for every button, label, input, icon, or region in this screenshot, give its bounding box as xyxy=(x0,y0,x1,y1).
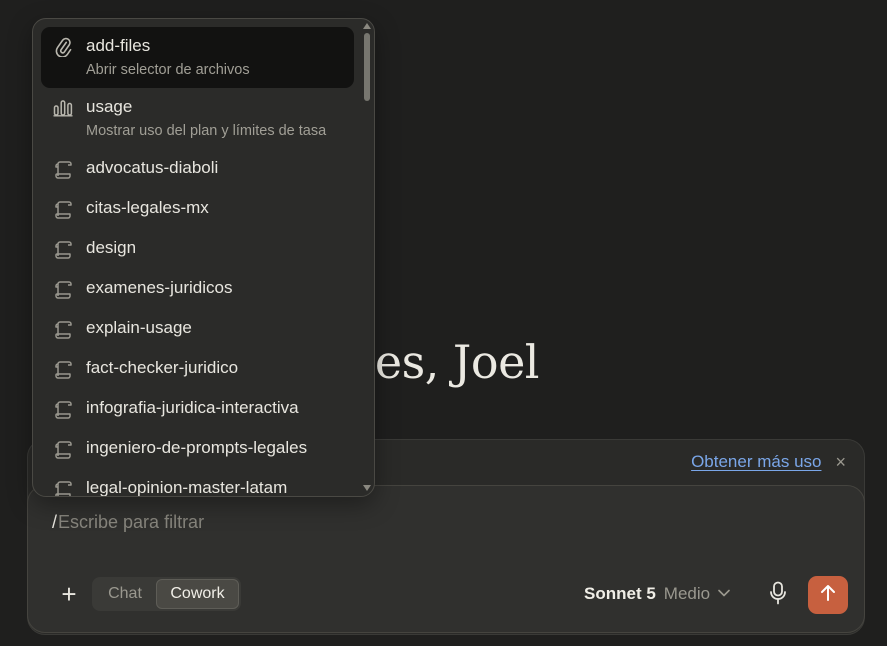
scroll-thumb[interactable] xyxy=(364,33,370,101)
slash-command-menu: add-files Abrir selector de archivos usage… xyxy=(32,18,375,497)
command-item-description: Mostrar uso del plan y límites de tasa xyxy=(86,123,327,139)
scroll-icon xyxy=(53,160,73,180)
close-icon[interactable]: × xyxy=(835,453,846,471)
command-item-text: add-files Abrir selector de archivos xyxy=(86,36,250,78)
command-item-text: usage Mostrar uso del plan y límites de t… xyxy=(86,97,326,139)
command-item-explain-usage[interactable]: explain-usage xyxy=(41,309,354,349)
command-list: add-files Abrir selector de archivos usage… xyxy=(41,27,355,497)
command-item-title: design xyxy=(86,238,137,257)
microphone-button[interactable] xyxy=(764,580,792,610)
slash-prefix: / xyxy=(52,512,58,532)
usage-banner: Obtener más uso × xyxy=(691,440,864,484)
composer-input[interactable]: / Escribe para filtrar xyxy=(52,512,204,533)
command-item-citas-legales-mx[interactable]: citas-legales-mx xyxy=(41,189,354,229)
command-item-text: infografia-juridica-interactiva xyxy=(86,398,299,418)
chevron-down-icon xyxy=(718,588,730,600)
command-item-title: citas-legales-mx xyxy=(86,198,209,217)
scroll-down-icon[interactable] xyxy=(363,485,371,491)
mode-cowork-button[interactable]: Cowork xyxy=(156,579,239,609)
command-item-text: explain-usage xyxy=(86,318,192,338)
command-item-title: ingeniero-de-prompts-legales xyxy=(86,438,308,457)
command-item-title: usage xyxy=(86,97,133,116)
command-item-advocatus-diaboli[interactable]: advocatus-diaboli xyxy=(41,149,354,189)
model-effort: Medio xyxy=(663,584,711,603)
command-item-title: examenes-juridicos xyxy=(86,278,233,297)
model-selector[interactable]: Sonnet 5 Medio xyxy=(584,584,730,604)
mode-chat-button[interactable]: Chat xyxy=(94,579,156,609)
command-item-usage[interactable]: usage Mostrar uso del plan y límites de t… xyxy=(41,88,354,149)
command-item-description: Abrir selector de archivos xyxy=(86,62,250,78)
command-item-design[interactable]: design xyxy=(41,229,354,269)
command-item-legal-opinion-master-latam[interactable]: legal-opinion-master-latam xyxy=(41,469,354,497)
command-item-text: ingeniero-de-prompts-legales xyxy=(86,438,307,458)
scroll-icon xyxy=(53,280,73,300)
composer-toolbar: + Chat Cowork Sonnet 5 Medio xyxy=(28,575,864,615)
arrow-up-icon xyxy=(820,584,836,607)
filter-placeholder: Escribe para filtrar xyxy=(58,512,205,532)
command-item-text: examenes-juridicos xyxy=(86,278,232,298)
paperclip-icon xyxy=(53,37,73,57)
command-item-text: legal-opinion-master-latam xyxy=(86,478,288,497)
scroll-icon xyxy=(53,400,73,420)
command-item-fact-checker-juridico[interactable]: fact-checker-juridico xyxy=(41,349,354,389)
command-item-title: add-files xyxy=(86,36,151,55)
scroll-icon xyxy=(53,320,73,340)
bar-chart-icon xyxy=(53,98,73,118)
command-item-title: advocatus-diaboli xyxy=(86,158,219,177)
model-name: Sonnet 5 xyxy=(584,584,656,603)
scroll-icon xyxy=(53,200,73,220)
scroll-up-icon[interactable] xyxy=(363,23,371,29)
scroll-icon xyxy=(53,240,73,260)
message-composer: / Escribe para filtrar + Chat Cowork Son… xyxy=(27,485,865,633)
command-item-title: legal-opinion-master-latam xyxy=(86,478,288,497)
command-item-title: fact-checker-juridico xyxy=(86,358,239,377)
command-item-text: citas-legales-mx xyxy=(86,198,209,218)
microphone-icon xyxy=(769,581,787,610)
command-item-title: infografia-juridica-interactiva xyxy=(86,398,299,417)
mode-toggle: Chat Cowork xyxy=(92,577,241,611)
command-item-text: advocatus-diaboli xyxy=(86,158,218,178)
plus-icon: + xyxy=(61,578,77,609)
app-window: as noches, Joel Obtener más uso × / Escr… xyxy=(0,0,887,646)
scroll-icon xyxy=(53,440,73,460)
scroll-icon xyxy=(53,360,73,380)
command-item-infografia-juridica-interactiva[interactable]: infografia-juridica-interactiva xyxy=(41,389,354,429)
add-attachment-button[interactable]: + xyxy=(54,579,84,609)
command-item-add-files[interactable]: add-files Abrir selector de archivos xyxy=(41,27,354,88)
command-item-title: explain-usage xyxy=(86,318,192,337)
scroll-icon xyxy=(53,480,73,496)
command-item-ingeniero-de-prompts-legales[interactable]: ingeniero-de-prompts-legales xyxy=(41,429,354,469)
get-more-usage-link[interactable]: Obtener más uso xyxy=(691,452,821,472)
send-button[interactable] xyxy=(808,576,848,614)
command-item-text: design xyxy=(86,238,136,258)
command-item-examenes-juridicos[interactable]: examenes-juridicos xyxy=(41,269,354,309)
menu-scrollbar[interactable] xyxy=(362,23,372,491)
command-item-text: fact-checker-juridico xyxy=(86,358,238,378)
